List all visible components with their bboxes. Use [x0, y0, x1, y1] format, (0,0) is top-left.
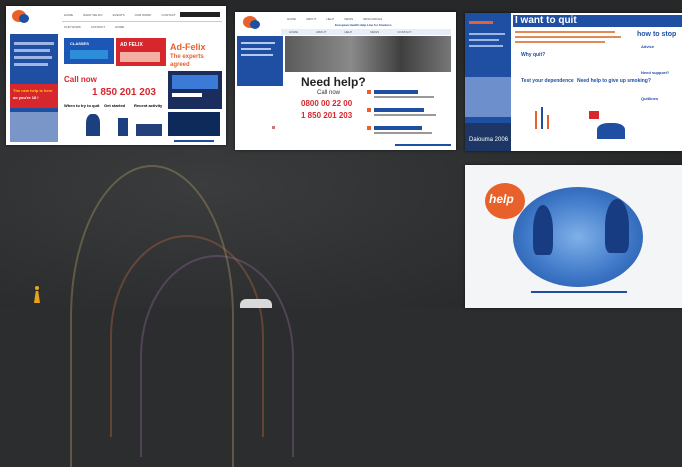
left-sidebar	[465, 13, 511, 151]
nav-item[interactable]: NEWS	[344, 17, 353, 21]
promo-tab-label: CLASSES	[70, 41, 89, 46]
nav-divider	[62, 21, 222, 22]
figure-silhouette	[533, 205, 553, 255]
ad-image-2[interactable]	[168, 112, 220, 136]
nav-item[interactable]: EVENTS	[113, 13, 125, 17]
figure-image	[597, 123, 625, 139]
screenshot-panel-2: HOME ABOUT HELP NEWS RESOURCES European …	[235, 12, 456, 150]
help-logo-text: help	[489, 192, 514, 206]
resource-heading: Need support?	[641, 70, 670, 75]
side-label-2: so you're 18 !	[13, 95, 39, 100]
subnav-item[interactable]: CONTACT	[91, 25, 105, 29]
figure-image	[86, 114, 100, 136]
section-heading: Why quit?	[521, 52, 546, 58]
banner-text: European Health Help Line for Smokers	[335, 23, 392, 27]
ad-image[interactable]	[168, 71, 222, 109]
phone-number-1[interactable]: 0800 00 22 00	[301, 100, 352, 108]
phone-number-2[interactable]: 1 850 201 203	[301, 112, 352, 120]
logo	[12, 10, 34, 26]
screenshot-panel-1: HOME WHAT WE DO EVENTS OUR WORK CONTACT …	[6, 6, 226, 145]
section-heading: Need help to give up smoking?	[577, 78, 651, 84]
nav-item[interactable]: WHAT WE DO	[83, 13, 103, 17]
headline: Ad-Felix	[170, 42, 206, 52]
nav-item[interactable]: HOME	[64, 13, 73, 17]
skyline-image	[136, 124, 162, 136]
screenshot-panel-3: I want to quit how to stop Why quit? Tes…	[465, 13, 682, 151]
floor-reflection	[240, 299, 272, 308]
call-now-label: Call now	[64, 75, 97, 84]
intro-text	[515, 31, 625, 49]
call-now-label: Call now	[317, 90, 341, 96]
footer-line	[531, 291, 627, 293]
top-nav: HOME ABOUT HELP NEWS RESOURCES	[287, 17, 382, 21]
promo-blue-box[interactable]: CLASSES	[64, 38, 114, 64]
stamp-image	[589, 111, 599, 119]
nav-item[interactable]: HOME	[287, 17, 296, 21]
resource-heading: Advice	[641, 44, 655, 49]
footer-line	[395, 144, 451, 146]
figure-silhouette	[605, 199, 629, 253]
side-label: The new help is here	[13, 88, 53, 93]
top-nav: HOME WHAT WE DO EVENTS OUR WORK CONTACT …	[64, 13, 194, 17]
left-sidebar	[237, 36, 283, 86]
screenshot-panel-4: help	[465, 165, 682, 308]
section-heading: Test your dependence	[521, 78, 574, 84]
page-title-2: how to stop	[637, 31, 677, 38]
sub-nav: OUR WORK CONTACT HOME	[64, 25, 124, 29]
promo-item[interactable]: Get started	[104, 104, 125, 108]
subnav-item[interactable]: OUR WORK	[64, 25, 81, 29]
subnav-item[interactable]: NEWS	[370, 30, 379, 34]
nav-item[interactable]: RESOURCES	[363, 17, 382, 21]
promo-tab-label: AD FELIX	[120, 42, 143, 48]
nav-item[interactable]: ABOUT	[306, 17, 316, 21]
subnav-item[interactable]: HELP	[344, 30, 352, 34]
subnav-item[interactable]: HOME	[289, 30, 298, 34]
promo-item[interactable]: When to try to quit	[64, 104, 99, 108]
nav-item[interactable]: CONTACT	[161, 13, 175, 17]
flag-stripe	[180, 12, 220, 17]
sub-nav: HOME ABOUT HELP NEWS CONTACT	[289, 30, 411, 34]
background-stage: HOME WHAT WE DO EVENTS OUR WORK CONTACT …	[0, 0, 682, 467]
subnav-item[interactable]: CONTACT	[397, 30, 411, 34]
page-title: Need help?	[301, 75, 366, 89]
subline-2: agreed	[170, 62, 190, 68]
footer-line	[174, 140, 214, 142]
phone-number[interactable]: 1 850 201 203	[92, 88, 156, 98]
cursor-icon	[272, 126, 275, 129]
bar-graphic	[533, 105, 553, 129]
link-list	[367, 88, 447, 138]
promo-item[interactable]: Recent activity	[134, 104, 162, 108]
floor-light-arc	[140, 255, 294, 457]
nav-item[interactable]: HELP	[326, 17, 334, 21]
subnav-item[interactable]: HOME	[115, 25, 124, 29]
page-title: I want to quit	[515, 15, 577, 26]
left-sidebar: The new help is here so you're 18 !	[10, 34, 58, 142]
hero-photo	[285, 36, 451, 72]
footer-text: Daiouma 2006	[469, 137, 509, 143]
logo	[243, 16, 265, 32]
resource-heading: Quitlines	[641, 96, 659, 101]
subnav-item[interactable]: ABOUT	[316, 30, 326, 34]
subline: The experts	[170, 54, 204, 60]
figure-icon	[33, 286, 41, 304]
nav-item[interactable]: OUR WORK	[135, 13, 152, 17]
figure-image	[118, 118, 128, 136]
promo-red-box[interactable]: AD FELIX	[116, 38, 166, 66]
